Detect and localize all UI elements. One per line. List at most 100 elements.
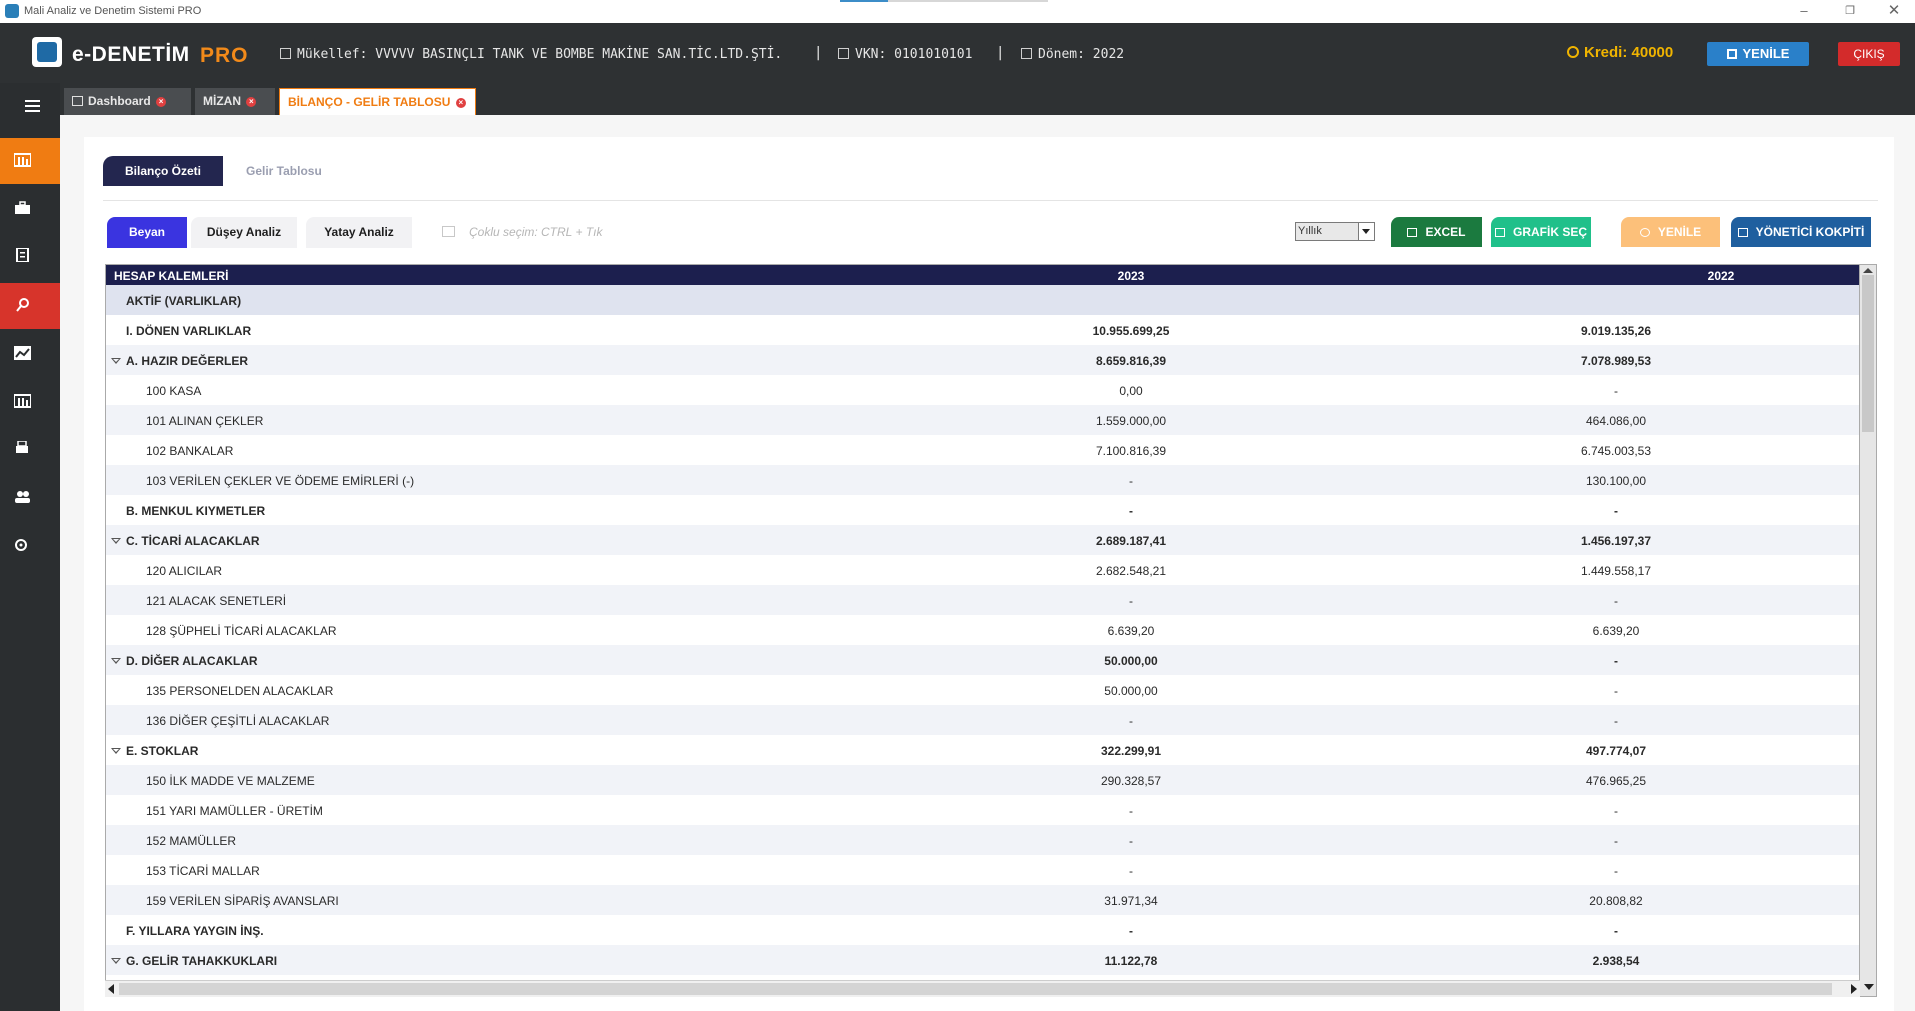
value-2022: - [1614, 654, 1618, 668]
app-header: e-DENETİM PRO Mükellef: VVVVV BASINÇLI T… [0, 23, 1915, 83]
account-label: D. DİĞER ALACAKLAR [126, 654, 258, 668]
credit-balance: Kredi: 40000 [1567, 44, 1673, 61]
value-2022: - [1614, 864, 1618, 878]
account-label: I. DÖNEN VARLIKLAR [126, 324, 252, 338]
expand-toggle-icon[interactable] [111, 658, 121, 664]
value-2023: - [1129, 714, 1133, 728]
sidebar-item-analysis[interactable] [0, 331, 60, 377]
sidebar [0, 83, 60, 1011]
tab-close-icon[interactable]: × [156, 97, 167, 107]
scroll-thumb[interactable] [119, 983, 1832, 995]
excel-button[interactable]: EXCEL [1391, 217, 1482, 247]
table-row[interactable]: 103 VERİLEN ÇEKLER VE ÖDEME EMİRLERİ (-)… [106, 465, 1859, 495]
tab-bilanco-gelir-tablosu[interactable]: BİLANÇO - GELİR TABLOSU × [279, 88, 476, 115]
settings-icon [15, 539, 27, 551]
value-2022: 130.100,00 [1585, 474, 1647, 488]
table-row[interactable]: 102 BANKALAR 7.100.816,39 6.745.003,53 [106, 435, 1859, 465]
column-header[interactable]: 2023 [1106, 269, 1156, 283]
table-row[interactable]: E. STOKLAR 322.299,91 497.774,07 [106, 735, 1859, 765]
dashboard-icon [1737, 228, 1748, 237]
scroll-right-icon[interactable] [1851, 984, 1857, 994]
scroll-left-icon[interactable] [108, 984, 114, 994]
chart-icon [14, 346, 31, 360]
table-row[interactable]: AKTİF (VARLIKLAR) [106, 285, 1859, 315]
value-2022: 9.019.135,26 [1580, 324, 1652, 338]
table-row[interactable]: I. DÖNEN VARLIKLAR 10.955.699,25 9.019.135… [106, 315, 1859, 345]
tab-dashboard[interactable]: Dashboard × [64, 88, 191, 115]
sidebar-item-users[interactable] [0, 475, 60, 521]
table-row[interactable]: 150 İLK MADDE VE MALZEME 290.328,57 476.96… [106, 765, 1859, 795]
calendar-icon [1021, 48, 1032, 59]
table-row[interactable]: B. MENKUL KIYMETLER - - [106, 495, 1859, 525]
table-row[interactable]: 151 YARI MAMÜLLER - ÜRETİM - - [106, 795, 1859, 825]
value-2022: - [1614, 504, 1618, 518]
account-label: 153 TİCARİ MALLAR [146, 864, 260, 878]
period-info: Dönem: 2022 [1021, 47, 1124, 62]
subtab-bilanco-ozeti[interactable]: Bilanço Özeti [103, 156, 223, 186]
close-icon[interactable]: ✕ [1874, 2, 1914, 20]
expand-toggle-icon[interactable] [111, 538, 121, 544]
grafik-sec-button[interactable]: GRAFİK SEÇ [1491, 217, 1591, 247]
table-row[interactable]: C. TİCARİ ALACAKLAR 2.689.187,41 1.456.197… [106, 525, 1859, 555]
table-row[interactable]: 121 ALACAK SENETLERİ - - [106, 585, 1859, 615]
scroll-thumb[interactable] [1862, 275, 1874, 432]
sidebar-item-search[interactable] [0, 283, 60, 329]
expand-toggle-icon[interactable] [111, 358, 121, 364]
value-2023: 50.000,00 [1104, 684, 1158, 698]
logo-icon [32, 37, 62, 67]
titlebar-strip [888, 0, 1048, 2]
tab-close-icon[interactable]: × [246, 97, 257, 107]
column-header[interactable]: 2022 [1696, 269, 1746, 283]
minimize-icon[interactable]: – [1784, 2, 1824, 20]
table-row[interactable]: 120 ALICILAR 2.682.548,21 1.449.558,17 [106, 555, 1859, 585]
refresh-button[interactable]: YENİLE [1707, 42, 1809, 66]
expand-toggle-icon[interactable] [111, 748, 121, 754]
vertical-scrollbar[interactable] [1860, 264, 1877, 997]
horizontal-scrollbar[interactable] [105, 980, 1860, 997]
table-row[interactable]: 100 KASA 0,00 - [106, 375, 1859, 405]
mode-yatay-analiz-button[interactable]: Yatay Analiz [306, 217, 412, 248]
table-row[interactable]: 101 ALINAN ÇEKLER 1.559.000,00 464.086,00 [106, 405, 1859, 435]
window-titlebar: Mali Analiz ve Denetim Sistemi PRO – ❐ ✕ [0, 0, 1915, 24]
yenile-button[interactable]: YENİLE [1621, 217, 1720, 247]
table-row[interactable]: 159 VERİLEN SİPARİŞ AVANSLARI 31.971,34 20… [106, 885, 1859, 915]
table-row[interactable]: F. YILLARA YAYGIN İNŞ. - - [106, 915, 1859, 945]
sidebar-item-briefcase[interactable] [0, 186, 60, 232]
id-card-icon [838, 48, 849, 59]
account-label: 121 ALACAK SENETLERİ [146, 594, 287, 608]
table-row[interactable]: 152 MAMÜLLER - - [106, 825, 1859, 855]
yonetici-kokpiti-button[interactable]: YÖNETİCİ KOKPİTİ [1731, 217, 1871, 247]
logout-button[interactable]: ÇIKIŞ [1838, 42, 1900, 66]
sidebar-item-documents[interactable] [0, 233, 60, 279]
value-2023: - [1129, 504, 1133, 518]
scroll-down-icon[interactable] [1864, 984, 1874, 990]
value-2023: - [1129, 804, 1133, 818]
tab-close-icon[interactable]: × [455, 98, 466, 108]
table-row[interactable]: 153 TİCARİ MALLAR - - [106, 855, 1859, 885]
subtab-gelir-tablosu[interactable]: Gelir Tablosu [246, 156, 322, 186]
sidebar-item-reports[interactable] [0, 379, 60, 425]
scroll-up-icon[interactable] [1863, 268, 1873, 273]
sidebar-item-settings[interactable] [0, 523, 60, 569]
restore-icon[interactable]: ❐ [1830, 2, 1870, 20]
chevron-down-icon[interactable] [1358, 223, 1374, 240]
tab-mizan[interactable]: MİZAN × [195, 88, 275, 115]
value-2022: 476.965,25 [1585, 774, 1647, 788]
menu-icon[interactable] [0, 83, 60, 129]
table-row[interactable]: 128 ŞÜPHELİ TİCARİ ALACAKLAR 6.639,20 6.63… [106, 615, 1859, 645]
table-row[interactable]: 136 DİĞER ÇEŞİTLİ ALACAKLAR - - [106, 705, 1859, 735]
table-row[interactable]: A. HAZIR DEĞERLER 8.659.816,39 7.078.989,5… [106, 345, 1859, 375]
value-2022: 20.808,82 [1589, 894, 1643, 908]
table-row[interactable]: D. DİĞER ALACAKLAR 50.000,00 - [106, 645, 1859, 675]
table-row[interactable]: 135 PERSONELDEN ALACAKLAR 50.000,00 - [106, 675, 1859, 705]
value-2022: - [1614, 594, 1618, 608]
column-header[interactable]: HESAP KALEMLERİ [114, 269, 228, 283]
value-2023: - [1129, 864, 1133, 878]
period-select[interactable]: Yıllık [1295, 222, 1375, 241]
expand-toggle-icon[interactable] [111, 958, 121, 964]
mode-beyan-button[interactable]: Beyan [107, 217, 187, 248]
mode-dusey-analiz-button[interactable]: Düşey Analiz [191, 217, 297, 248]
sidebar-item-print[interactable] [0, 426, 60, 472]
sidebar-item-dashboard[interactable] [0, 138, 60, 184]
table-row[interactable]: G. GELİR TAHAKKUKLARI 11.122,78 2.938,54 [106, 945, 1859, 975]
